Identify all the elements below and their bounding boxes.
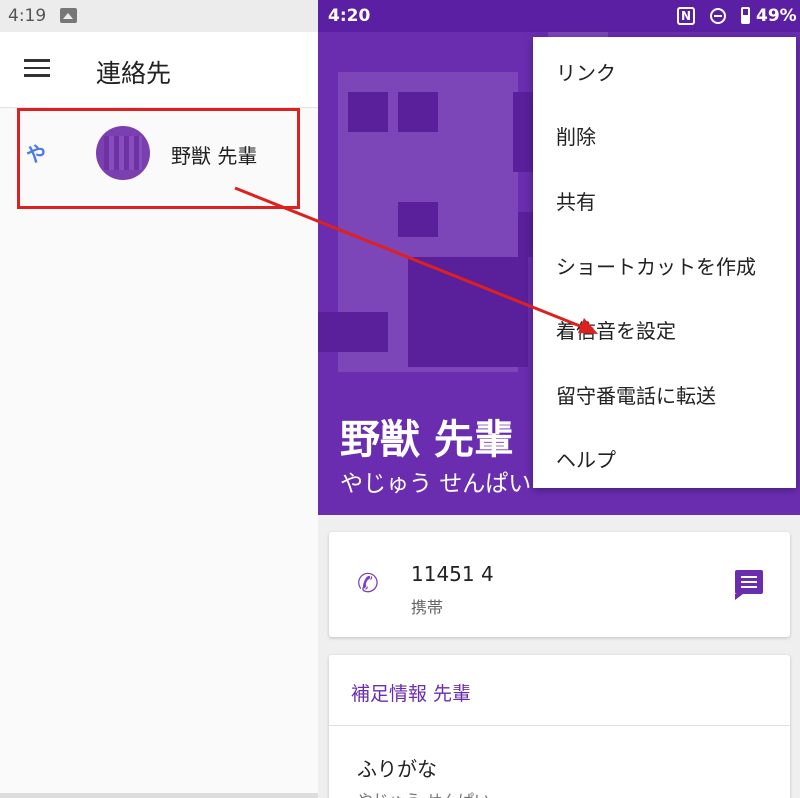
hamburger-menu-icon[interactable] — [24, 59, 50, 79]
menu-item-set-ringtone[interactable]: 着信音を設定 — [533, 295, 796, 359]
menu-item-link[interactable]: リンク — [533, 37, 796, 101]
header-pattern — [408, 257, 528, 367]
message-icon[interactable] — [735, 570, 763, 600]
menu-item-label: 留守番電話に転送 — [556, 384, 716, 408]
menu-item-label: 共有 — [556, 190, 596, 214]
status-time: 4:20 — [328, 6, 371, 26]
menu-item-label: リンク — [556, 61, 616, 85]
header-pattern — [398, 202, 438, 237]
status-bar: 4:20 N 49% — [318, 0, 800, 32]
menu-item-voicemail[interactable]: 留守番電話に転送 — [533, 360, 796, 424]
menu-item-label: ヘルプ — [556, 448, 616, 472]
menu-item-delete[interactable]: 削除 — [533, 101, 796, 165]
header-pattern — [348, 92, 388, 132]
menu-item-create-shortcut[interactable]: ショートカットを作成 — [533, 231, 796, 295]
menu-item-share[interactable]: 共有 — [533, 166, 796, 230]
phone-type: 携帯 — [411, 598, 444, 617]
furigana-value: やじゅう せんぱい — [357, 787, 490, 798]
phone-card[interactable]: ✆ 11451 4 携帯 — [329, 532, 790, 637]
status-bar: 4:19 — [0, 0, 318, 32]
furigana-label: ふりがな — [357, 757, 437, 781]
info-title: 補足情報 先輩 — [351, 683, 472, 705]
phone-number: 11451 4 — [411, 562, 494, 586]
bottom-edge — [0, 793, 318, 798]
menu-item-help[interactable]: ヘルプ — [533, 424, 796, 488]
menu-item-label: 着信音を設定 — [556, 319, 676, 343]
info-card: 補足情報 先輩 ふりがな やじゅう せんぱい — [329, 655, 790, 798]
app-bar: 連絡先 — [0, 32, 318, 108]
header-pattern — [318, 312, 388, 352]
header-pattern — [513, 92, 535, 172]
do-not-disturb-icon — [710, 8, 726, 24]
menu-item-label: 削除 — [556, 125, 596, 149]
battery-percent: 49% — [756, 6, 797, 26]
status-time: 4:19 — [8, 6, 47, 26]
page-title: 連絡先 — [96, 59, 172, 88]
contact-display-name: 野獣 先輩 — [340, 417, 514, 463]
overflow-menu: リンク 削除 共有 ショートカットを作成 着信音を設定 留守番電話に転送 ヘルプ — [533, 37, 796, 488]
nfc-icon: N — [677, 7, 695, 25]
battery-icon — [741, 7, 750, 24]
header-pattern — [398, 92, 438, 132]
divider — [329, 725, 790, 726]
phone-icon[interactable]: ✆ — [357, 569, 387, 599]
menu-item-label: ショートカットを作成 — [556, 255, 756, 279]
image-icon — [60, 8, 77, 23]
contact-phonetic-name: やじゅう せんぱい — [340, 471, 532, 497]
annotation-highlight-box — [17, 108, 300, 209]
